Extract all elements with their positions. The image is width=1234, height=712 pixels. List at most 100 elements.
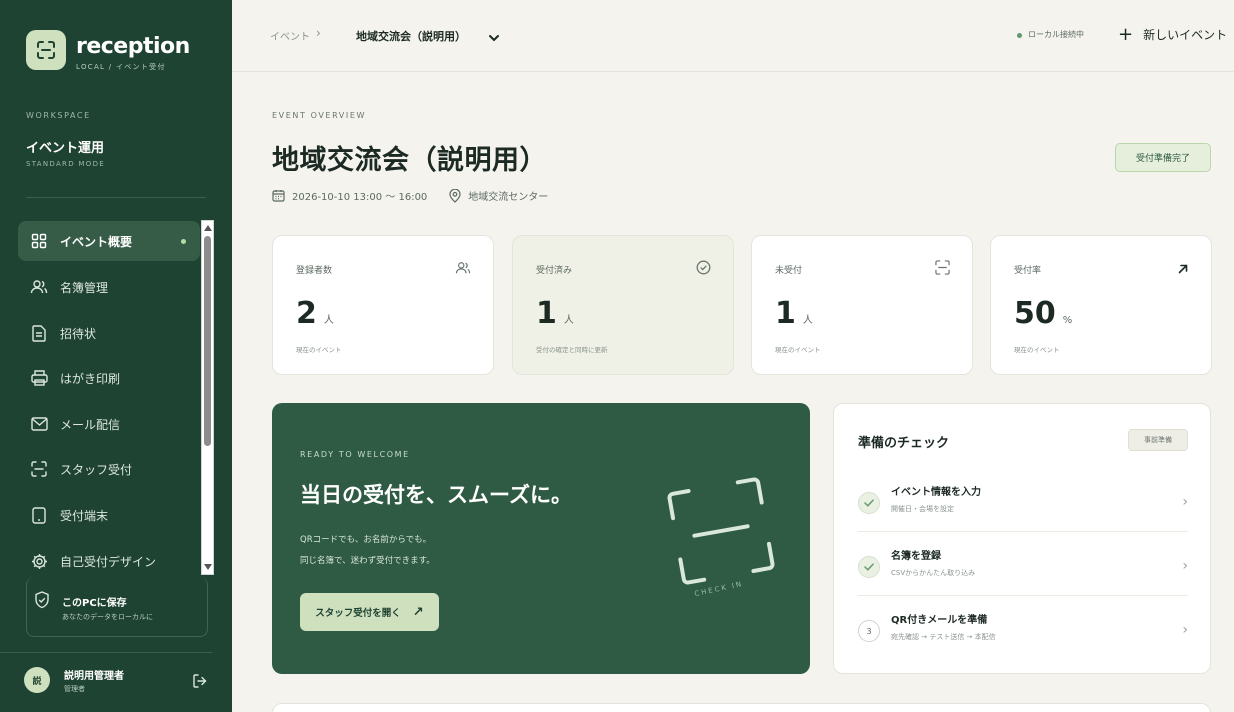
arrow-up-right-icon (1177, 260, 1189, 279)
sidebar-item-overview[interactable]: イベント概要 (18, 221, 200, 261)
workspace-name: イベント運用 (26, 141, 105, 156)
stat-value: 1 (775, 296, 796, 331)
hero-title: 当日の受付を、スムーズに。 (300, 483, 572, 507)
sidebar-divider (26, 197, 206, 198)
stat-note: 現在のイベント (1014, 346, 1060, 354)
sidebar-item-self-design[interactable]: 自己受付デザイン (18, 541, 200, 581)
breadcrumb-current[interactable]: 地域交流会（説明用） (356, 28, 466, 44)
stat-unit: 人 (802, 315, 813, 326)
task-subtitle: CSVからかんたん取り込み (891, 569, 976, 577)
event-venue: 地域交流センター (468, 192, 549, 203)
stat-note: 現在のイベント (775, 346, 821, 354)
task-subtitle: 開催日・会場を設定 (891, 505, 954, 513)
stat-value-row: 1人 (536, 296, 574, 331)
sidebar-item-roster[interactable]: 名簿管理 (18, 267, 200, 307)
printer-icon (30, 369, 48, 387)
stat-value-row: 50% (1014, 296, 1072, 331)
task-subtitle: 宛先確認 → テスト送信 → 本配信 (891, 633, 996, 641)
prep-checklist-card: 準備のチェック 事前準備 イベント情報を入力 開催日・会場を設定 › 名簿を登録… (833, 403, 1211, 674)
breadcrumb-root[interactable]: イベント (270, 28, 310, 43)
stat-value-row: 2人 (296, 296, 334, 331)
stat-value: 2 (296, 296, 317, 331)
sidebar-item-label: 招待状 (60, 326, 97, 341)
breadcrumb-separator: › (316, 26, 321, 40)
stat-card-checked-in: 受付済み 1人 受付の確定と同時に更新 (512, 235, 734, 375)
sidebar-item-invitation[interactable]: 招待状 (18, 313, 200, 353)
connection-status: ローカル接続中 (1028, 30, 1084, 39)
workspace-label: WORKSPACE (26, 111, 91, 120)
stat-card-rate: 受付率 50% 現在のイベント (990, 235, 1212, 375)
sidebar-item-label: 自己受付デザイン (60, 554, 157, 569)
stat-unit: 人 (323, 315, 334, 326)
ready-status-button[interactable]: 受付準備完了 (1115, 143, 1211, 172)
stat-label: 未受付 (775, 266, 803, 276)
logo-subtitle: LOCAL / イベント受付 (76, 63, 166, 71)
avatar[interactable]: 説 (24, 667, 50, 693)
checklist-badge: 事前準備 (1128, 429, 1188, 451)
sidebar-item-label: イベント概要 (60, 234, 133, 249)
plus-icon: + (1118, 23, 1134, 45)
task-title: QR付きメールを準備 (891, 615, 988, 626)
stat-value-row: 1人 (775, 296, 813, 331)
hero-description: QRコードでも、お名前からでも。 (300, 535, 432, 545)
mail-icon (30, 415, 48, 433)
step-number: 3 (858, 620, 880, 642)
event-meta: 2026-10-10 13:00 ～ 16:00 地域交流センター (272, 188, 548, 203)
gear-icon (30, 552, 48, 570)
top-bar: イベント › 地域交流会（説明用） ローカル接続中 + 新しいイベント (232, 0, 1234, 72)
check-icon (858, 556, 880, 578)
sidebar-scrollbar[interactable] (201, 220, 214, 575)
stat-label: 受付済み (536, 266, 573, 276)
event-datetime: 2026-10-10 13:00 ～ 16:00 (292, 192, 428, 203)
bottom-card (272, 703, 1211, 712)
tablet-icon (30, 506, 48, 524)
chevron-right-icon: › (1182, 494, 1188, 510)
page-title: 地域交流会（説明用） (272, 145, 547, 176)
task-divider (858, 531, 1188, 532)
document-icon (30, 324, 48, 342)
open-staff-reception-button[interactable]: スタッフ受付を開く ↗ (300, 593, 439, 631)
checklist-task[interactable]: 3 QR付きメールを準備 宛先確認 → テスト送信 → 本配信 › (858, 604, 1188, 668)
check-icon (858, 492, 880, 514)
sidebar-item-postcard[interactable]: はがき印刷 (18, 358, 200, 398)
stat-unit: 人 (563, 315, 574, 326)
grid-icon (30, 232, 48, 250)
chevron-right-icon: › (1182, 622, 1188, 638)
scan-icon (30, 460, 48, 478)
stat-value: 1 (536, 296, 557, 331)
button-label: スタッフ受付を開く (315, 608, 401, 619)
scan-frame-icon (666, 476, 776, 590)
stat-card-registered: 登録者数 2人 現在のイベント (272, 235, 494, 375)
connection-status-dot (1017, 33, 1022, 38)
stat-note: 現在のイベント (296, 346, 342, 354)
chevron-down-icon[interactable] (488, 28, 500, 47)
user-divider (0, 652, 212, 653)
sidebar-item-staff-reception[interactable]: スタッフ受付 (18, 449, 200, 489)
stat-card-not-checked-in: 未受付 1人 現在のイベント (751, 235, 973, 375)
sidebar-item-label: 受付端末 (60, 508, 109, 523)
logo-text: reception (76, 34, 190, 59)
chevron-right-icon: › (1182, 558, 1188, 574)
sidebar-item-label: 名簿管理 (60, 280, 109, 295)
shield-check-icon (34, 591, 50, 613)
sidebar: reception LOCAL / イベント受付 WORKSPACE イベント運… (0, 0, 232, 712)
hero-label: READY TO WELCOME (300, 450, 410, 459)
sidebar-item-terminal[interactable]: 受付端末 (18, 495, 200, 535)
sidebar-item-mail[interactable]: メール配信 (18, 404, 200, 444)
welcome-hero-card: READY TO WELCOME 当日の受付を、スムーズに。 QRコードでも、お… (272, 403, 810, 674)
check-circle-icon (696, 260, 711, 279)
task-title: イベント情報を入力 (891, 487, 981, 498)
overview-label: EVENT OVERVIEW (272, 111, 366, 120)
logo-icon (26, 30, 66, 70)
save-title: このPCに保存 (62, 598, 127, 609)
scroll-thumb[interactable] (204, 236, 211, 446)
new-event-button[interactable]: + 新しいイベント (1118, 23, 1228, 45)
users-icon (30, 278, 48, 296)
sidebar-item-label: はがき印刷 (60, 371, 121, 386)
stat-value: 50 (1014, 296, 1056, 331)
scroll-down-arrow-icon[interactable] (204, 564, 212, 570)
logout-icon[interactable] (192, 673, 208, 693)
scroll-up-arrow-icon[interactable] (204, 225, 212, 231)
new-event-label: 新しいイベント (1143, 28, 1228, 42)
users-icon (455, 260, 471, 279)
